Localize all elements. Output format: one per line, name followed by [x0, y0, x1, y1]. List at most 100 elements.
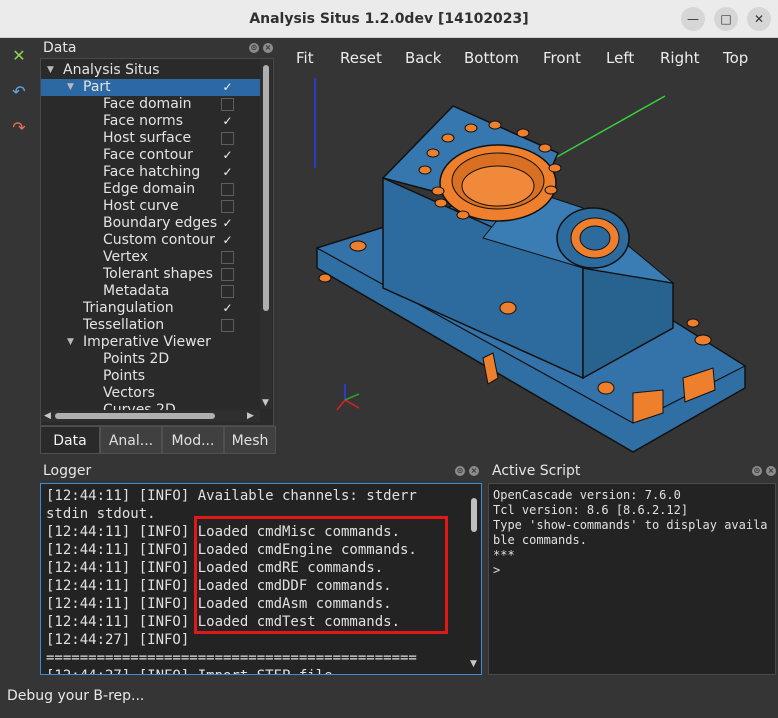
tree-item[interactable]: Metadata: [41, 283, 263, 300]
undo-arrow-icon[interactable]: ↶: [7, 80, 31, 104]
tree-item-label: Metadata: [103, 283, 170, 299]
tree-item-label: Face hatching: [103, 164, 201, 180]
tree-vertical-scrollbar[interactable]: ▼: [260, 59, 272, 409]
tree-item[interactable]: Points 2D: [41, 351, 263, 368]
tree-item[interactable]: Vertex: [41, 249, 263, 266]
data-tree[interactable]: ▼ Analysis Situs ▼ Part ✓ Face domain Face nor…: [40, 58, 274, 426]
script-prompt[interactable]: >: [493, 563, 500, 578]
expand-arrow-icon[interactable]: ▼: [67, 334, 77, 351]
scroll-down-icon[interactable]: ▼: [262, 397, 269, 409]
hole: [538, 143, 552, 153]
script-float-icon[interactable]: ⊙: [752, 466, 762, 476]
hole: [548, 163, 562, 173]
visibility-checkbox[interactable]: [221, 132, 234, 145]
tree-item[interactable]: Tolerant shapes: [41, 266, 263, 283]
tree-item[interactable]: ▼ Analysis Situs: [41, 62, 263, 79]
back-button[interactable]: Back: [405, 48, 441, 68]
visibility-checkbox[interactable]: ✓: [221, 115, 234, 128]
tree-item-label: Face contour: [103, 147, 193, 163]
tab-data[interactable]: Data: [40, 426, 100, 454]
visibility-checkbox[interactable]: ✓: [221, 234, 234, 247]
visibility-checkbox[interactable]: [221, 200, 234, 213]
tree-item[interactable]: ▼ Imperative Viewer: [41, 334, 263, 351]
tree-item[interactable]: Face contour ✓: [41, 147, 263, 164]
tree-item[interactable]: ▼ Part ✓: [41, 79, 263, 96]
logger-close-icon[interactable]: ×: [469, 466, 479, 476]
hole: [456, 210, 470, 220]
expand-arrow-icon[interactable]: ▼: [47, 62, 57, 79]
fit-button[interactable]: Fit: [296, 48, 314, 68]
hole: [434, 198, 448, 208]
visibility-checkbox[interactable]: ✓: [221, 217, 234, 230]
hole: [516, 128, 530, 138]
tree-item[interactable]: Face hatching ✓: [41, 164, 263, 181]
hole: [349, 240, 367, 252]
close-icon[interactable]: ✕: [747, 7, 771, 31]
tree-item-label: Vectors: [103, 385, 155, 401]
visibility-checkbox[interactable]: ✓: [221, 81, 234, 94]
hole: [431, 186, 445, 196]
visibility-checkbox[interactable]: [221, 98, 234, 111]
hole: [464, 123, 478, 133]
visibility-checkbox[interactable]: [221, 319, 234, 332]
tree-item[interactable]: Points: [41, 368, 263, 385]
maximize-icon[interactable]: □: [714, 7, 738, 31]
visibility-checkbox[interactable]: [221, 268, 234, 281]
tree-hscroll-thumb[interactable]: [55, 413, 215, 419]
tree-item-label: Edge domain: [103, 181, 196, 197]
top-button[interactable]: Top: [723, 48, 748, 68]
tree-item[interactable]: Tessellation: [41, 317, 263, 334]
log-line: [12:44:27] [INFO]: [46, 632, 190, 648]
front-button[interactable]: Front: [543, 48, 581, 68]
bottom-button[interactable]: Bottom: [464, 48, 519, 68]
boss-center: [579, 225, 611, 251]
reset-button[interactable]: Reset: [340, 48, 382, 68]
float-icon[interactable]: ⊙: [249, 43, 259, 53]
tree-item[interactable]: Host surface: [41, 130, 263, 147]
visibility-checkbox[interactable]: ✓: [221, 149, 234, 162]
data-panel-title: Data: [43, 40, 77, 56]
scroll-left-icon[interactable]: ◀: [44, 410, 51, 422]
tree-item[interactable]: Boundary edges ✓: [41, 215, 263, 232]
tree-item[interactable]: Face domain: [41, 96, 263, 113]
tree-item[interactable]: Face norms ✓: [41, 113, 263, 130]
tree-item[interactable]: Vectors: [41, 385, 263, 402]
visibility-checkbox[interactable]: ✓: [221, 166, 234, 179]
hole: [544, 185, 558, 195]
expand-arrow-icon[interactable]: ▼: [67, 79, 77, 96]
scroll-right-icon[interactable]: ▶: [247, 410, 254, 422]
left-button[interactable]: Left: [606, 48, 634, 68]
logger-scroll-thumb[interactable]: [471, 498, 477, 532]
close-x-icon[interactable]: ✕: [7, 44, 31, 68]
log-line: [12:44:11] [INFO] Available channels: st…: [46, 488, 417, 504]
script-console[interactable]: OpenCascade version: 7.6.0 Tcl version: …: [488, 483, 776, 675]
script-close-icon[interactable]: ×: [766, 466, 776, 476]
dock-close-icon[interactable]: ×: [263, 43, 273, 53]
3d-viewport[interactable]: [283, 78, 778, 454]
tree-horizontal-scrollbar[interactable]: ◀ ▶: [41, 410, 260, 422]
log-line: ========================================…: [46, 650, 417, 666]
tree-item-label: Custom contour: [103, 232, 215, 248]
visibility-checkbox[interactable]: ✓: [221, 302, 234, 315]
logger-scrollbar[interactable]: ▼: [468, 488, 480, 672]
tree-item[interactable]: Triangulation ✓: [41, 300, 263, 317]
tree-item[interactable]: Edge domain: [41, 181, 263, 198]
tree-item[interactable]: Host curve: [41, 198, 263, 215]
visibility-checkbox[interactable]: [221, 251, 234, 264]
logger-scroll-down-icon[interactable]: ▼: [470, 658, 477, 670]
redo-arrow-icon[interactable]: ↷: [7, 116, 31, 140]
tree-item-label: Tolerant shapes: [103, 266, 213, 282]
tree-item-label: Analysis Situs: [63, 62, 160, 78]
tab-modeling[interactable]: Mod...: [162, 426, 224, 454]
highlight-box: [194, 516, 448, 634]
tab-analysis[interactable]: Anal...: [100, 426, 162, 454]
tree-item[interactable]: Custom contour ✓: [41, 232, 263, 249]
tab-mesh[interactable]: Mesh: [224, 426, 276, 454]
minimize-icon[interactable]: —: [681, 7, 705, 31]
tree-vscroll-thumb[interactable]: [263, 65, 269, 311]
visibility-checkbox[interactable]: [221, 183, 234, 196]
logger-float-icon[interactable]: ⊙: [455, 466, 465, 476]
hole: [418, 165, 432, 175]
visibility-checkbox[interactable]: [221, 285, 234, 298]
right-button[interactable]: Right: [660, 48, 700, 68]
